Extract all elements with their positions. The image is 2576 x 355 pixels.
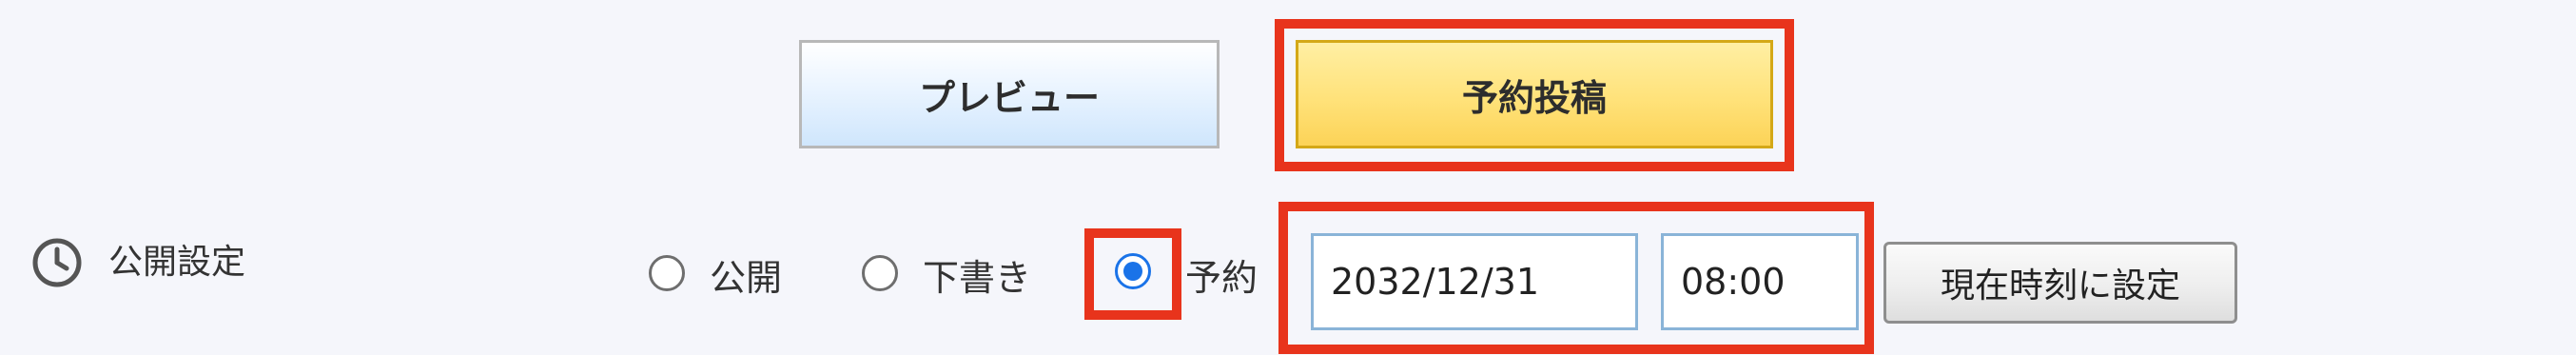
schedule-post-button[interactable]: 予約投稿 bbox=[1296, 40, 1773, 148]
radio-public-label[interactable]: 公開 bbox=[710, 251, 782, 305]
radio-draft[interactable] bbox=[862, 255, 898, 291]
radio-scheduled-label[interactable]: 予約 bbox=[1185, 251, 1258, 305]
radio-public[interactable] bbox=[649, 255, 685, 291]
preview-button[interactable]: プレビュー bbox=[799, 40, 1220, 148]
publish-settings-label: 公開設定 bbox=[108, 243, 246, 282]
schedule-date-input[interactable] bbox=[1311, 233, 1638, 330]
clock-icon bbox=[32, 238, 82, 287]
schedule-time-input[interactable] bbox=[1661, 233, 1859, 330]
radio-draft-label[interactable]: 下書き bbox=[923, 251, 1031, 305]
radio-scheduled[interactable] bbox=[1115, 253, 1151, 289]
set-current-time-button[interactable]: 現在時刻に設定 bbox=[1883, 242, 2237, 324]
